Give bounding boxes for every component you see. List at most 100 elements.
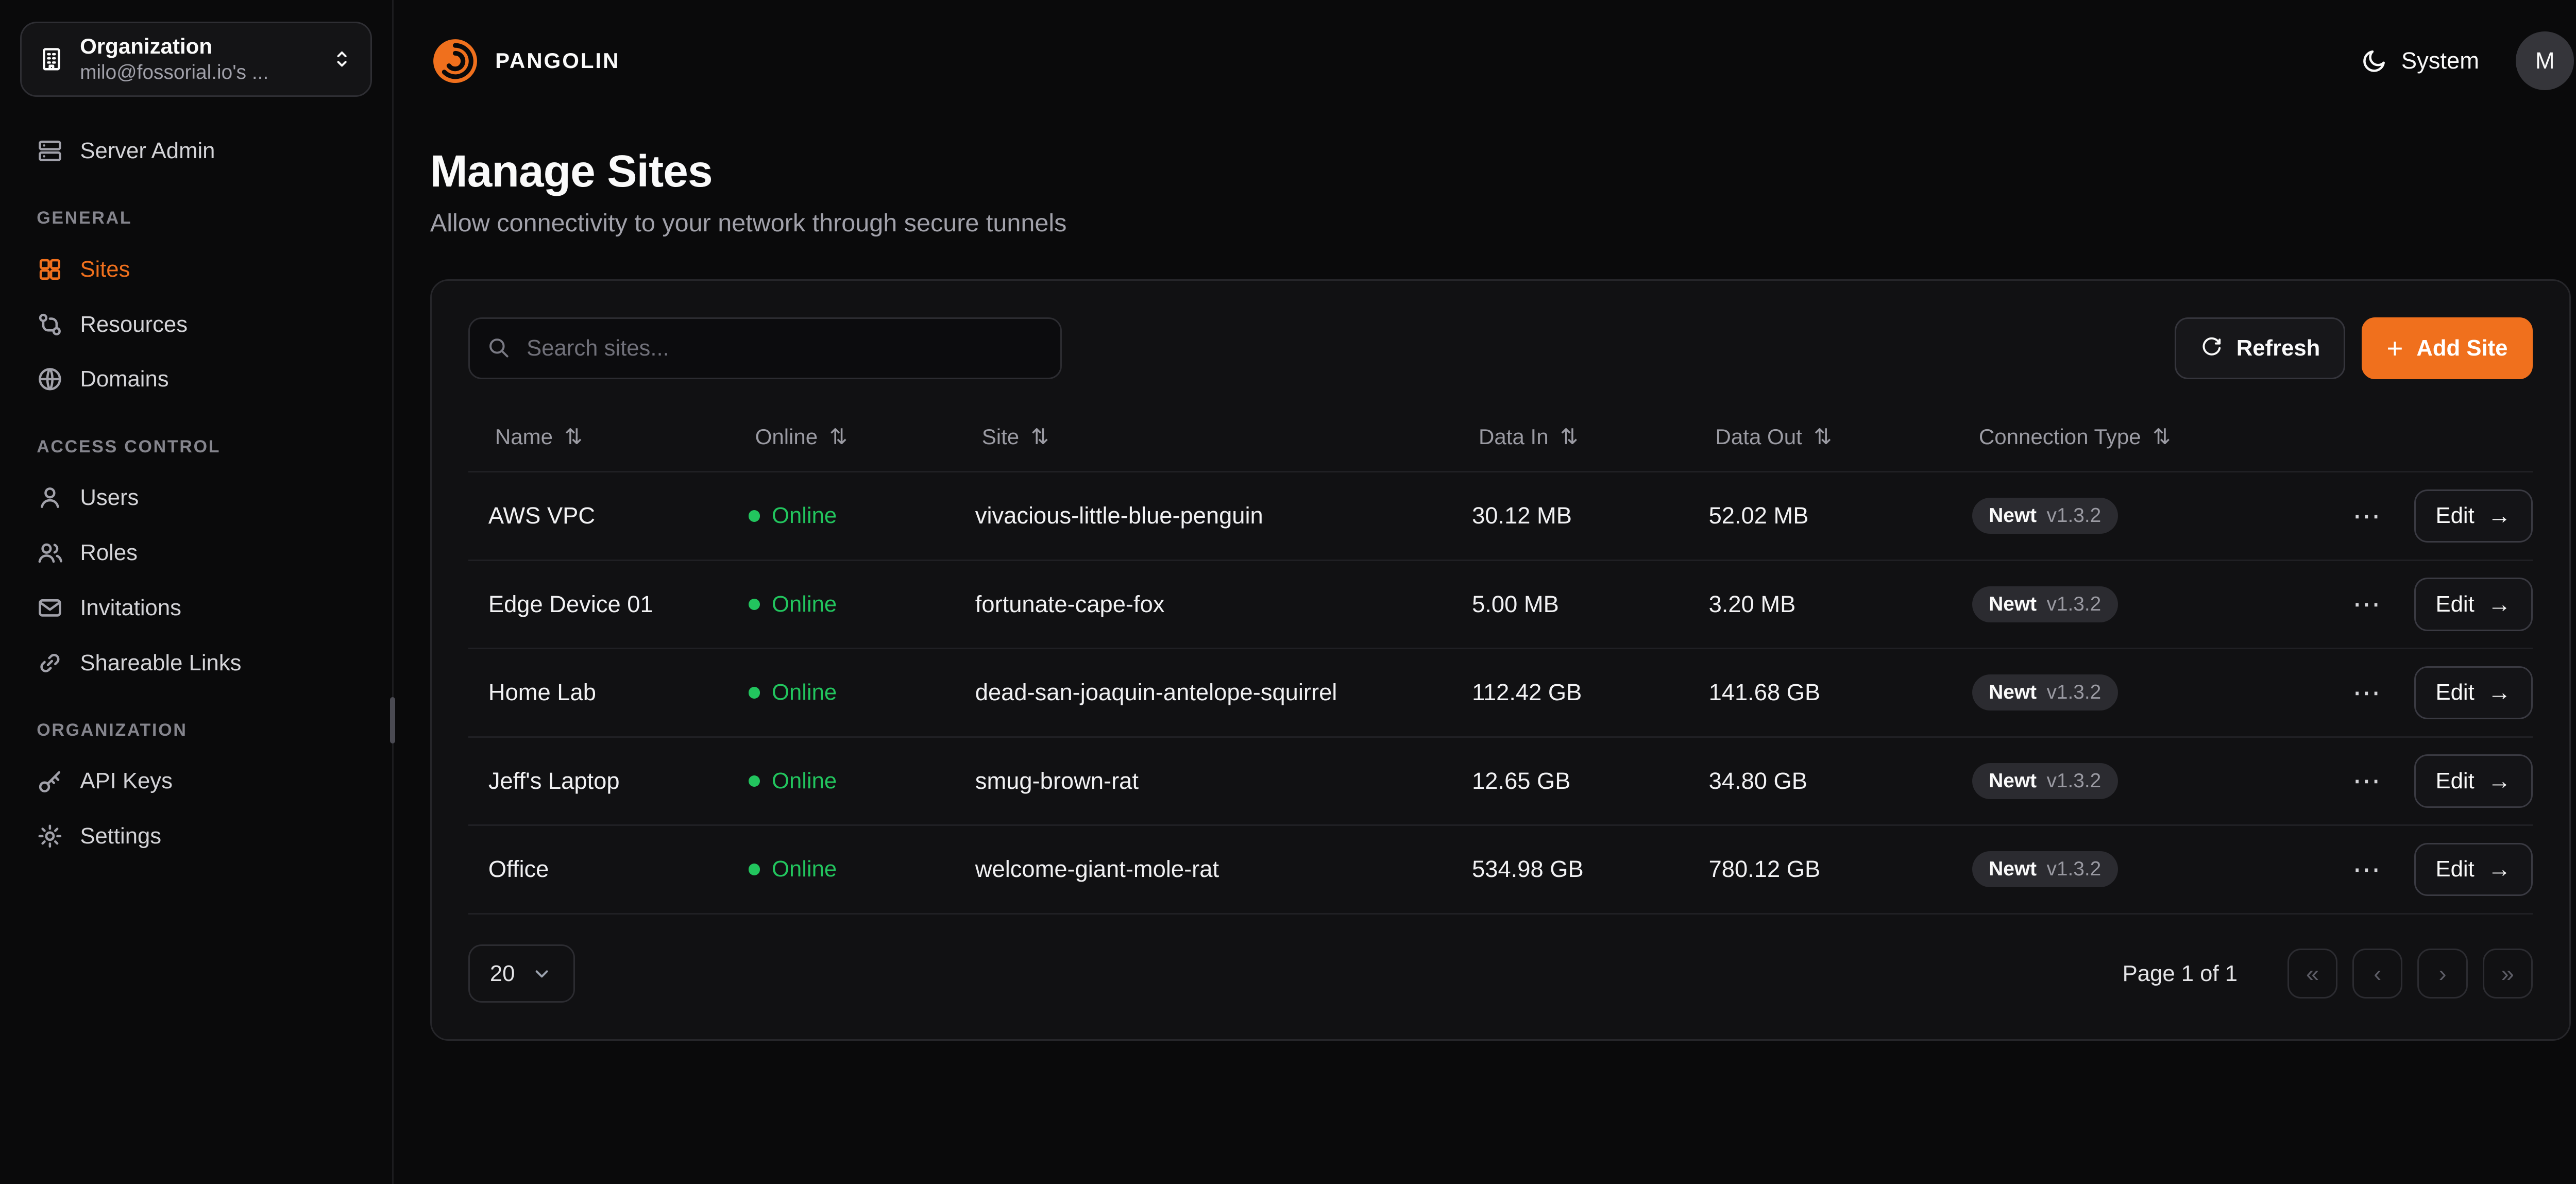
row-menu-button[interactable]: ⋯: [2346, 672, 2387, 714]
sidebar-item-server-admin[interactable]: Server Admin: [20, 123, 372, 178]
brand-name: PANGOLIN: [495, 48, 620, 73]
cell-data-in: 534.98 GB: [1452, 856, 1689, 883]
sidebar-item-users[interactable]: Users: [20, 470, 372, 526]
mail-icon: [37, 595, 63, 621]
edit-button[interactable]: Edit →: [2414, 843, 2533, 896]
column-header-site[interactable]: Site ⇅: [955, 424, 1452, 449]
sidebar-item-invitations[interactable]: Invitations: [20, 580, 372, 635]
prev-page-button[interactable]: ‹: [2352, 949, 2402, 999]
cell-data-in: 30.12 MB: [1452, 502, 1689, 529]
refresh-label: Refresh: [2236, 335, 2320, 361]
cell-name: AWS VPC: [468, 502, 728, 529]
row-menu-button[interactable]: ⋯: [2346, 849, 2387, 890]
connection-badge: Newt v1.3.2: [1972, 498, 2118, 534]
online-dot-icon: [749, 864, 760, 875]
first-page-button[interactable]: «: [2287, 949, 2337, 999]
sidebar-item-label: Sites: [80, 257, 130, 282]
arrow-right-icon: →: [2488, 679, 2511, 706]
sidebar-item-roles[interactable]: Roles: [20, 526, 372, 581]
sidebar-item-shareable-links[interactable]: Shareable Links: [20, 635, 372, 690]
edit-button[interactable]: Edit →: [2414, 666, 2533, 719]
edit-button[interactable]: Edit →: [2414, 754, 2533, 807]
page-size-select[interactable]: 20: [468, 944, 575, 1003]
table-row: Home Lab Online dead-san-joaquin-antelop…: [468, 649, 2533, 738]
cell-site: welcome-giant-mole-rat: [955, 856, 1452, 883]
column-header-online[interactable]: Online ⇅: [728, 424, 955, 449]
arrow-right-icon: →: [2488, 768, 2511, 794]
edit-button[interactable]: Edit →: [2414, 578, 2533, 631]
main-area: PANGOLIN System M Manage Sites Allow con…: [394, 0, 2576, 1184]
chevrons-up-down-icon: [330, 47, 353, 71]
sidebar-item-label: API Keys: [80, 768, 173, 794]
sidebar-item-label: Settings: [80, 823, 161, 849]
refresh-icon: [2200, 336, 2223, 360]
sort-icon: ⇅: [1560, 424, 1578, 449]
globe-icon: [37, 366, 63, 393]
cell-data-in: 112.42 GB: [1452, 679, 1689, 706]
cell-online: Online: [728, 503, 955, 529]
table-header-row: Name ⇅ Online ⇅ Site ⇅ Data In: [468, 402, 2533, 472]
add-site-label: Add Site: [2416, 335, 2507, 361]
cell-site: smug-brown-rat: [955, 768, 1452, 794]
sidebar-item-label: Shareable Links: [80, 650, 241, 676]
column-header-data-in[interactable]: Data In ⇅: [1452, 424, 1689, 449]
online-dot-icon: [749, 510, 760, 522]
last-page-button[interactable]: »: [2483, 949, 2533, 999]
online-label: Online: [772, 503, 837, 529]
online-dot-icon: [749, 687, 760, 699]
row-menu-button[interactable]: ⋯: [2346, 583, 2387, 625]
pangolin-logo-icon: [430, 36, 480, 86]
online-label: Online: [772, 856, 837, 882]
org-title: Organization: [80, 33, 315, 60]
page-subtitle: Allow connectivity to your network throu…: [430, 209, 2571, 238]
add-site-button[interactable]: + Add Site: [2362, 317, 2533, 379]
cell-data-out: 141.68 GB: [1689, 679, 1952, 706]
table-row: Edge Device 01 Online fortunate-cape-fox…: [468, 561, 2533, 650]
sort-icon: ⇅: [2153, 424, 2171, 449]
scrollbar-thumb[interactable]: [390, 697, 395, 744]
sort-icon: ⇅: [829, 424, 848, 449]
page-title: Manage Sites: [430, 145, 2571, 197]
sidebar-item-resources[interactable]: Resources: [20, 297, 372, 352]
sidebar-item-sites[interactable]: Sites: [20, 242, 372, 297]
search-icon: [487, 336, 510, 359]
sidebar-item-api-keys[interactable]: API Keys: [20, 754, 372, 809]
key-icon: [37, 768, 63, 795]
search-input[interactable]: [468, 317, 1062, 379]
cell-site: vivacious-little-blue-penguin: [955, 502, 1452, 529]
toolbar-actions: Refresh + Add Site: [2175, 317, 2532, 379]
cell-actions: ⋯ Edit →: [2313, 843, 2533, 896]
table-row: Office Online welcome-giant-mole-rat 534…: [468, 826, 2533, 915]
online-label: Online: [772, 591, 837, 617]
refresh-button[interactable]: Refresh: [2175, 317, 2345, 379]
theme-toggle[interactable]: System: [2361, 47, 2479, 74]
section-heading-organization: ORGANIZATION: [20, 720, 372, 740]
topbar: PANGOLIN System M: [394, 0, 2576, 122]
gear-icon: [37, 823, 63, 850]
sidebar-item-settings[interactable]: Settings: [20, 809, 372, 864]
avatar[interactable]: M: [2516, 31, 2574, 90]
section-heading-general: GENERAL: [20, 208, 372, 228]
cell-connection-type: Newt v1.3.2: [1952, 851, 2313, 887]
sites-toolbar: Refresh + Add Site: [468, 317, 2533, 379]
cell-site: dead-san-joaquin-antelope-squirrel: [955, 679, 1452, 706]
connection-badge: Newt v1.3.2: [1972, 851, 2118, 887]
section-heading-access-control: ACCESS CONTROL: [20, 437, 372, 457]
row-menu-button[interactable]: ⋯: [2346, 760, 2387, 802]
user-icon: [37, 484, 63, 511]
sidebar-nav: Server Admin GENERAL Sites Resources Dom…: [20, 123, 372, 864]
column-header-connection-type[interactable]: Connection Type ⇅: [1952, 424, 2313, 449]
column-header-data-out[interactable]: Data Out ⇅: [1689, 424, 1952, 449]
page-content: Manage Sites Allow connectivity to your …: [394, 122, 2576, 1041]
arrow-right-icon: →: [2488, 502, 2511, 529]
table-row: AWS VPC Online vivacious-little-blue-pen…: [468, 472, 2533, 561]
server-icon: [37, 138, 63, 164]
next-page-button[interactable]: ›: [2417, 949, 2467, 999]
org-selector[interactable]: Organization milo@fossorial.io's ...: [20, 22, 372, 97]
cell-name: Home Lab: [468, 679, 728, 706]
row-menu-button[interactable]: ⋯: [2346, 495, 2387, 537]
sidebar-item-domains[interactable]: Domains: [20, 352, 372, 407]
table-footer: 20 Page 1 of 1 « ‹ › »: [468, 944, 2533, 1003]
edit-button[interactable]: Edit →: [2414, 489, 2533, 543]
column-header-name[interactable]: Name ⇅: [468, 424, 728, 449]
